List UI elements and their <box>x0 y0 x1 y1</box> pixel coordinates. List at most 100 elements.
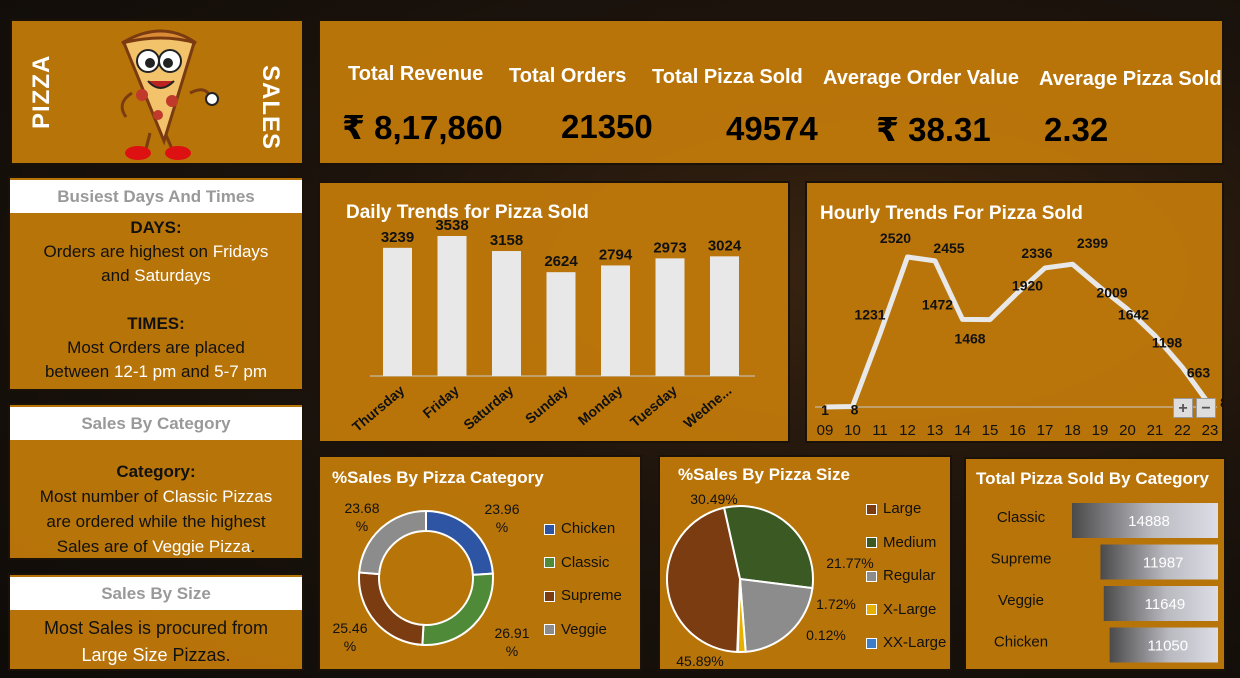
times-highlight-1: 12-1 pm <box>113 362 177 381</box>
legend-item: Large <box>866 500 921 517</box>
category-insight-panel: Sales By Category Category: Most number … <box>8 403 304 560</box>
hourly-tick-label: 14 <box>954 422 971 439</box>
daily-data-label: 3239 <box>381 229 414 246</box>
pie-data-label: 0.12% <box>806 627 846 643</box>
legend-label: Regular <box>883 567 936 584</box>
hbar-category-label: Supreme <box>991 551 1052 568</box>
legend-swatch <box>866 570 877 582</box>
daily-trends-panel: Daily Trends for Pizza Sold 3239 Thursday… <box>318 181 790 443</box>
size-insight-panel: Sales By Size Most Sales is procured fro… <box>8 573 304 671</box>
hourly-trends-panel: Hourly Trends For Pizza Sold 1 8 1231 2520 2… <box>805 181 1224 443</box>
logo-left-word: PIZZA <box>28 54 55 129</box>
hourly-data-label: 2455 <box>933 240 964 256</box>
busiest-days-panel: Busiest Days And Times DAYS: Orders are … <box>8 176 304 391</box>
times-title: TIMES: <box>127 314 185 333</box>
daily-tick-label: Thursday <box>349 382 408 435</box>
daily-tick-label: Sunday <box>522 382 571 427</box>
busiest-days-header: Busiest Days And Times <box>10 180 302 213</box>
donut-data-label-unit: % <box>356 518 368 534</box>
category-insight-body: Category: Most number of Classic Pizzas … <box>10 459 302 559</box>
legend-label: Veggie <box>561 620 607 638</box>
hourly-data-label: 1231 <box>854 307 885 323</box>
daily-bar <box>383 247 412 376</box>
hourly-data-label: 1642 <box>1118 306 1149 322</box>
hourly-data-label: 1468 <box>954 331 985 347</box>
donut-slice <box>425 509 494 576</box>
daily-bar <box>546 272 576 376</box>
pie-slice <box>666 506 742 653</box>
times-line-2: between 12-1 pm and 5-7 pm <box>10 360 302 384</box>
legend-label: Classic <box>561 553 610 571</box>
donut-data-label-unit: % <box>506 643 518 659</box>
daily-data-label: 3538 <box>435 217 468 234</box>
hbar-data-label: 11050 <box>1148 638 1189 655</box>
days-highlight-friday: Fridays <box>212 242 269 261</box>
donut-slice <box>358 509 427 576</box>
kpi-value-total-pizza-sold: 49574 <box>726 110 818 147</box>
hbar-data-label: 11649 <box>1145 596 1186 613</box>
size-insight-line-2: Large Size Pizzas. <box>10 642 302 669</box>
legend-swatch <box>544 624 555 636</box>
pie-data-label: 1.72% <box>816 596 856 612</box>
donut-data-label: 23.96 <box>484 501 519 517</box>
hourly-tick-label: 20 <box>1119 422 1136 439</box>
legend-label: X-Large <box>883 600 937 618</box>
donut-data-label: 25.46 <box>332 620 367 636</box>
hourly-tick-label: 21 <box>1147 422 1164 439</box>
hourly-tick-label: 23 <box>1202 422 1219 439</box>
legend-item: Classic <box>544 554 609 571</box>
zoom-in-button[interactable]: + <box>1173 398 1193 418</box>
hourly-tick-label: 10 <box>844 422 861 439</box>
category-insight-title: Category: <box>116 462 196 481</box>
legend-label: XX-Large <box>883 634 947 651</box>
daily-bar <box>601 265 630 376</box>
hbar-category-label: Classic <box>997 509 1046 526</box>
hbar-data-label: 14888 <box>1128 513 1170 530</box>
category-bar-panel: Total Pizza Sold By Category Classic 1488… <box>964 457 1226 671</box>
days-title: DAYS: <box>130 218 182 237</box>
size-pie-panel: %Sales By Pizza Size 45.89% 30.49% 21.77% 1… <box>658 455 952 671</box>
legend-label: Supreme <box>561 587 622 604</box>
category-period: . <box>250 537 256 556</box>
daily-data-label: 2624 <box>544 253 578 270</box>
hourly-trends-chart: 1 812312520245514721468192023362399200916… <box>815 230 1222 439</box>
category-highlight-classic: Classic Pizzas <box>162 487 273 506</box>
legend-swatch <box>544 557 555 569</box>
hourly-data-label: 663 <box>1187 365 1211 381</box>
donut-data-label: 23.68 <box>344 500 379 516</box>
legend-swatch <box>544 590 555 602</box>
kpi-label-average-pizza-sold: Average Pizza Sold <box>1039 68 1222 90</box>
donut-slice <box>421 572 494 646</box>
hourly-data-label: 1198 <box>1152 335 1183 351</box>
kpi-value-average-order-value: ₹ 38.31 <box>876 111 991 148</box>
kpi-value-total-orders: 21350 <box>561 108 653 145</box>
legend-swatch <box>866 637 877 649</box>
hbar-data-label: 11987 <box>1143 555 1184 572</box>
daily-tick-label: Saturday <box>460 382 516 433</box>
daily-data-label: 3158 <box>490 232 523 249</box>
hourly-tick-label: 17 <box>1037 422 1054 439</box>
pizza-mascot-icon <box>120 29 219 160</box>
pie-data-label: 45.89% <box>676 653 723 669</box>
kpi-label-total-pizza-sold: Total Pizza Sold <box>652 66 803 88</box>
kpi-value-total-revenue: ₹ 8,17,860 <box>342 109 503 146</box>
hourly-tick-label: 15 <box>982 422 999 439</box>
zoom-out-button[interactable]: − <box>1196 398 1216 418</box>
hourly-tick-label: 09 <box>817 422 834 439</box>
daily-tick-label: Friday <box>419 382 462 421</box>
days-line-2: and Saturdays <box>10 264 302 288</box>
hourly-tick-label: 12 <box>899 422 916 439</box>
daily-data-label: 3024 <box>708 237 742 254</box>
daily-trends-chart: 3239 Thursday 3538 Friday 3158 Saturday 2624 Su… <box>349 217 755 435</box>
hourly-data-label: 8 <box>1220 394 1222 410</box>
pie-slice <box>738 577 814 653</box>
hourly-data-label: 8 <box>851 402 859 418</box>
legend-swatch <box>866 604 877 616</box>
hourly-tick-label: 22 <box>1174 422 1191 439</box>
legend-swatch <box>866 503 877 515</box>
times-line-1: Most Orders are placed <box>67 338 245 357</box>
daily-data-label: 2973 <box>653 239 686 256</box>
daily-tick-label: Tuesday <box>627 382 680 430</box>
legend-item: XX-Large <box>866 634 946 651</box>
donut-slice <box>358 571 425 646</box>
